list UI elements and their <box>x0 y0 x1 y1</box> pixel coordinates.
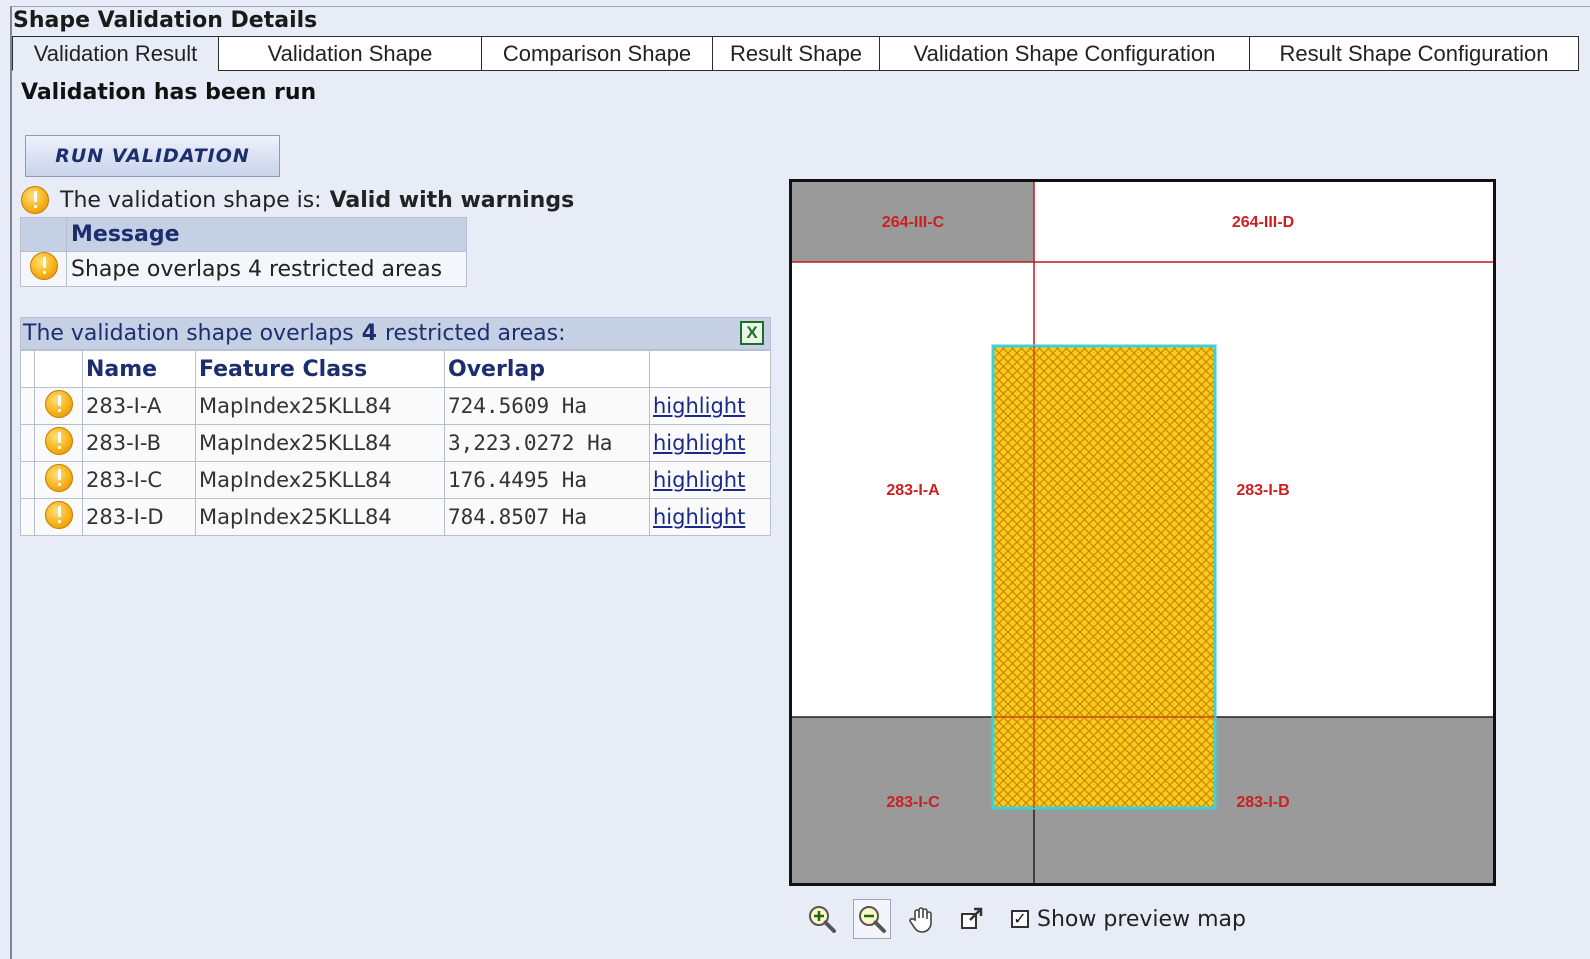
warning-icon <box>44 500 73 529</box>
overlap-summary-prefix: The validation shape overlaps <box>23 321 354 346</box>
row-name: 283-I-A <box>82 387 196 425</box>
tab-validation-shape-configuration[interactable]: Validation Shape Configuration <box>879 36 1250 71</box>
message-icon-cell <box>20 251 67 287</box>
excel-export-icon[interactable]: X <box>740 321 764 345</box>
row-overlap: 724.5609 Ha <box>444 387 650 425</box>
row-overlap: 784.8507 Ha <box>444 498 650 536</box>
map-label-283-I-B: 283-I-B <box>1236 482 1289 499</box>
column-header-overlap[interactable]: Overlap <box>444 350 650 388</box>
warning-icon <box>44 426 73 455</box>
tab-result-shape-configuration[interactable]: Result Shape Configuration <box>1249 36 1579 71</box>
row-name: 283-I-B <box>82 424 196 462</box>
map-label-283-I-A: 283-I-A <box>886 482 940 499</box>
zoom-out-icon[interactable] <box>853 899 891 939</box>
validity-value: Valid with warnings <box>329 187 575 213</box>
warning-icon <box>29 252 58 280</box>
row-icon-cell <box>34 424 83 462</box>
row-icon-cell <box>34 461 83 499</box>
show-preview-map-checkbox[interactable]: ✓ <box>1011 910 1029 928</box>
row-overlap: 3,223.0272 Ha <box>444 424 650 462</box>
run-validation-button[interactable]: RUN VALIDATION <box>25 135 280 177</box>
row-overlap: 176.4495 Ha <box>444 461 650 499</box>
row-icon-cell <box>34 387 83 425</box>
map-label-264-III-D: 264-III-D <box>1232 214 1294 231</box>
column-header-name[interactable]: Name <box>82 350 196 388</box>
popout-icon[interactable] <box>953 899 991 939</box>
tab-validation-result[interactable]: Validation Result <box>12 36 219 71</box>
row-action-cell: highlight <box>649 498 771 536</box>
map-canvas: 264-III-C 264-III-D 283-I-A 283-I-B 283-… <box>792 182 1493 883</box>
warning-icon <box>44 389 73 418</box>
row-feature-class: MapIndex25KLL84 <box>195 387 445 425</box>
preview-map[interactable]: 264-III-C 264-III-D 283-I-A 283-I-B 283-… <box>789 179 1496 886</box>
tab-validation-shape[interactable]: Validation Shape <box>218 36 482 71</box>
row-gutter <box>20 424 35 462</box>
row-gutter <box>20 461 35 499</box>
panel-title: Shape Validation Details <box>13 8 318 33</box>
overlap-count: 4 <box>361 321 377 346</box>
message-column-header: Message <box>66 217 467 252</box>
overlap-summary-suffix: restricted areas: <box>385 321 566 346</box>
tab-comparison-shape[interactable]: Comparison Shape <box>481 36 713 71</box>
table-row: 283-I-C MapIndex25KLL84 176.4495 Ha high… <box>20 461 771 499</box>
table-row: 283-I-D MapIndex25KLL84 784.8507 Ha high… <box>20 498 771 536</box>
warning-icon <box>21 186 49 214</box>
highlight-link[interactable]: highlight <box>653 505 745 529</box>
table-row: 283-I-B MapIndex25KLL84 3,223.0272 Ha hi… <box>20 424 771 462</box>
tab-result-shape[interactable]: Result Shape <box>712 36 880 71</box>
table-row: 283-I-A MapIndex25KLL84 724.5609 Ha high… <box>20 387 771 425</box>
highlight-link[interactable]: highlight <box>653 468 745 492</box>
warning-icon <box>44 463 73 492</box>
message-row: Shape overlaps 4 restricted areas <box>20 251 467 287</box>
row-feature-class: MapIndex25KLL84 <box>195 498 445 536</box>
row-feature-class: MapIndex25KLL84 <box>195 424 445 462</box>
icon-column-header <box>34 350 83 388</box>
row-name: 283-I-D <box>82 498 196 536</box>
pan-hand-icon[interactable] <box>903 899 941 939</box>
overlap-header-row: Name Feature Class Overlap <box>20 350 771 388</box>
map-label-264-III-C: 264-III-C <box>882 214 945 231</box>
zoom-in-icon[interactable] <box>803 899 841 939</box>
row-action-cell: highlight <box>649 461 771 499</box>
message-icon-header <box>20 217 67 252</box>
map-label-283-I-C: 283-I-C <box>886 794 940 811</box>
column-header-action <box>649 350 771 388</box>
validity-label: The validation shape is: <box>60 187 322 213</box>
map-label-283-I-D: 283-I-D <box>1236 794 1289 811</box>
validity-status: The validation shape is: Valid with warn… <box>21 182 574 218</box>
overlap-summary: The validation shape overlaps 4 restrict… <box>20 317 771 350</box>
highlight-link[interactable]: highlight <box>653 431 745 455</box>
status-heading: Validation has been run <box>21 80 317 105</box>
overlap-table: Name Feature Class Overlap 283-I-A MapIn… <box>20 350 771 536</box>
show-preview-map-toggle[interactable]: ✓ Show preview map <box>1011 907 1246 932</box>
row-gutter <box>20 387 35 425</box>
validation-shape <box>991 344 1217 810</box>
row-name: 283-I-C <box>82 461 196 499</box>
row-gutter <box>20 498 35 536</box>
row-action-cell: highlight <box>649 387 771 425</box>
row-action-cell: highlight <box>649 424 771 462</box>
column-header-feature-class[interactable]: Feature Class <box>195 350 445 388</box>
map-toolbar: ✓ Show preview map <box>803 896 1246 942</box>
row-feature-class: MapIndex25KLL84 <box>195 461 445 499</box>
row-gutter <box>20 350 35 388</box>
show-preview-map-label: Show preview map <box>1037 906 1246 932</box>
highlight-link[interactable]: highlight <box>653 394 745 418</box>
message-header-row: Message <box>20 217 467 252</box>
message-table: Message Shape overlaps 4 restricted area… <box>20 217 467 287</box>
message-text: Shape overlaps 4 restricted areas <box>66 251 467 287</box>
row-icon-cell <box>34 498 83 536</box>
